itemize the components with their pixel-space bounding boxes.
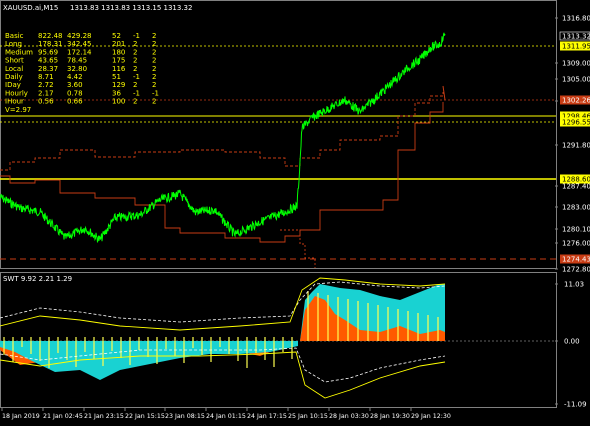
indicator-tick-label: 11.03 — [564, 281, 584, 289]
stats-cell: 2 — [152, 73, 156, 81]
indicator-axis: 11.03 0.00 -11.09 — [555, 281, 587, 409]
stats-cell: 2 — [133, 98, 137, 106]
time-tick-label: 28 Jan 03:30 — [329, 413, 369, 420]
price-tick-label: 1305.00 — [562, 76, 590, 84]
time-tick-label: 22 Jan 15:15 — [125, 413, 165, 420]
stats-cell: 2.17 — [38, 89, 54, 97]
time-tick-label: 21 Jan 23:15 — [84, 413, 124, 420]
time-tick-label: 25 Jan 10:15 — [288, 413, 328, 420]
stats-cell: 178.31 — [38, 40, 63, 48]
stats-cell: Hourly — [5, 89, 28, 97]
stats-cell: Local — [5, 65, 23, 73]
time-axis: 18 Jan 2019 21 Jan 02:45 21 Jan 23:15 22 Ja… — [1, 407, 451, 420]
stats-cell: IDay — [5, 81, 21, 89]
indicator-tick-label: 0.00 — [564, 338, 580, 346]
price-tick-label: 1276.00 — [562, 240, 590, 248]
stats-cell: Medium — [5, 48, 33, 56]
stats-cell: Long — [5, 40, 22, 48]
stats-cell: Short — [5, 57, 24, 65]
stats-cell: 822.48 — [38, 32, 63, 40]
stats-cell: 201 — [112, 40, 125, 48]
stats-cell: 0.78 — [67, 89, 83, 97]
indicator-tick-label: -11.09 — [564, 401, 587, 409]
level-label: 1296.55 — [562, 119, 590, 127]
hist-cyan-negative — [0, 341, 298, 380]
chart-canvas[interactable]: XAUUSD.ai,M15 1313.83 1313.83 1313.15 13… — [0, 0, 590, 422]
stats-cell: 78.45 — [67, 57, 87, 65]
stats-cell: 172.14 — [67, 48, 92, 56]
stats-footer: V=2.97 — [5, 106, 31, 114]
stats-cell: Daily — [5, 73, 23, 81]
stats-cell: 2.72 — [38, 81, 54, 89]
stats-cell: Basic — [5, 32, 24, 40]
stats-cell: -1 — [133, 89, 140, 97]
time-tick-label: 23 Jan 08:15 — [165, 413, 205, 420]
stats-cell: 2 — [152, 57, 156, 65]
price-tick-label: 1316.80 — [562, 15, 590, 23]
symbol-timeframe: XAUUSD.ai,M15 — [3, 4, 58, 12]
time-tick-label: 24 Jan 17:15 — [247, 413, 287, 420]
stats-cell: 0.56 — [38, 98, 54, 106]
band-lower-solid — [0, 102, 444, 243]
ohlc-values: 1313.83 1313.83 1313.15 1313.32 — [70, 4, 192, 12]
stats-cell: -1 — [133, 32, 140, 40]
indicator-title: SWT 9.92 2.21 1.29 — [3, 275, 72, 283]
time-tick-label: 29 Jan 12:30 — [411, 413, 451, 420]
trading-chart[interactable]: XAUUSD.ai,M15 1313.83 1313.83 1313.15 13… — [0, 0, 590, 422]
stats-cell: 2 — [133, 40, 137, 48]
stats-cell: 100 — [112, 98, 125, 106]
stats-cell: 342.45 — [67, 40, 92, 48]
price-axis: 1316.801309.001305.001298.401291.801287.… — [555, 15, 590, 274]
indicator-layer — [0, 277, 556, 399]
stats-cell: 116 — [112, 65, 126, 73]
stats-cell: 2 — [133, 81, 137, 89]
stats-cell: 429.28 — [67, 32, 92, 40]
stats-cell: IHour — [5, 98, 24, 106]
stats-cell: 43.65 — [38, 57, 58, 65]
price-tick-label: 1291.80 — [562, 142, 590, 150]
stats-cell: 175 — [112, 57, 125, 65]
stats-cell: 2 — [152, 40, 156, 48]
stats-cell: 0.66 — [67, 98, 83, 106]
stats-cell: 129 — [112, 81, 125, 89]
stats-cell: -1 — [133, 73, 140, 81]
stats-cell: 28.37 — [38, 65, 58, 73]
stats-cell: 2 — [152, 32, 156, 40]
stats-cell: 2 — [133, 48, 137, 56]
stats-cell: 32.80 — [67, 65, 87, 73]
time-tick-label: 21 Jan 02:45 — [43, 413, 83, 420]
stats-cell: 51 — [112, 73, 121, 81]
stats-cell: 4.42 — [67, 73, 83, 81]
stats-cell: -1 — [152, 89, 159, 97]
current-price-label: 1313.32 — [562, 33, 590, 41]
stats-cell: 2 — [133, 57, 137, 65]
stats-cell: 2 — [152, 48, 156, 56]
level-label: 1302.26 — [562, 97, 590, 105]
price-tick-label: 1280.10 — [562, 226, 590, 234]
stats-cell: 8.71 — [38, 73, 54, 81]
stats-cell: 2 — [133, 65, 137, 73]
stats-cell: 3.60 — [67, 81, 83, 89]
indicator-pane-border — [0, 272, 557, 408]
stats-cell: 52 — [112, 32, 121, 40]
stats-cell: 2 — [152, 81, 156, 89]
level-label: 1288.60 — [562, 176, 590, 184]
stats-cell: 95.69 — [38, 48, 58, 56]
time-tick-label: 24 Jan 01:15 — [206, 413, 246, 420]
stats-cell: 36 — [112, 89, 121, 97]
price-tick-label: 1309.00 — [562, 60, 590, 68]
price-tick-label: 1283.00 — [562, 204, 590, 212]
stats-cell: 180 — [112, 48, 125, 56]
level-label: 1311.95 — [562, 43, 590, 51]
stats-cell: 2 — [152, 65, 156, 73]
price-tick-label: 1272.80 — [562, 266, 590, 274]
level-label: 1274.43 — [562, 256, 590, 264]
levels-layer — [0, 45, 556, 268]
stats-cell: 2 — [152, 98, 156, 106]
price-tick-label: 1287.40 — [562, 183, 590, 191]
time-tick-label: 18 Jan 2019 — [2, 413, 40, 420]
time-tick-label: 28 Jan 19:30 — [370, 413, 410, 420]
stats-table: Basic 822.48 429.28 52 -1 2Long 178.31 342.45 20… — [5, 32, 159, 114]
